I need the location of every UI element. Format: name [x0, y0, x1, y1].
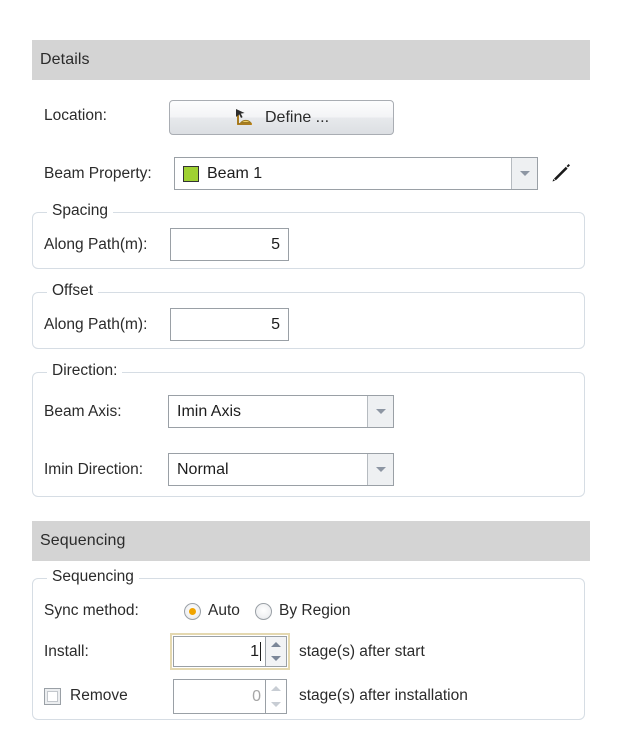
radio-by-region-button[interactable] — [255, 602, 272, 620]
location-label: Location: — [44, 107, 107, 124]
beam-axis-combobox[interactable]: Imin Axis — [168, 395, 394, 428]
chevron-down-icon — [375, 467, 386, 472]
radio-by-region[interactable]: By Region — [255, 602, 351, 620]
caret-down-icon — [271, 656, 281, 662]
install-suffix-row: stage(s) after start — [299, 643, 425, 661]
beam-property-label: Beam Property: — [44, 165, 152, 182]
sync-method-label: Sync method: — [44, 602, 139, 619]
beam-property-dropdown-button[interactable] — [511, 158, 537, 189]
offset-along-path-label: Along Path(m): — [44, 316, 148, 333]
beam-axis-label-row: Beam Axis: — [44, 403, 122, 421]
caret-up-icon — [271, 641, 281, 647]
section-header-details-title: Details — [40, 51, 90, 68]
beam-color-swatch — [183, 165, 199, 182]
imin-direction-label: Imin Direction: — [44, 461, 144, 478]
offset-groupbox-title: Offset — [47, 282, 99, 300]
text-caret — [260, 642, 261, 661]
beam-properties-panel: Details Location: Define ... Beam Proper… — [0, 0, 621, 733]
imin-direction-dropdown-button[interactable] — [367, 454, 393, 485]
remove-stage-input: 0 — [173, 679, 265, 714]
remove-checkbox-row[interactable]: Remove — [44, 687, 128, 705]
sequencing-groupbox-title: Sequencing — [47, 568, 139, 586]
remove-suffix-row: stage(s) after installation — [299, 687, 468, 705]
offset-along-path-label-row: Along Path(m): — [44, 316, 147, 334]
install-stage-input[interactable]: 1 — [173, 636, 265, 667]
define-location-button[interactable]: Define ... — [169, 100, 394, 135]
beam-property-combobox[interactable]: Beam 1 — [174, 157, 538, 190]
remove-stage-value: 0 — [252, 687, 261, 705]
direction-groupbox-title: Direction: — [47, 362, 123, 380]
section-header-sequencing: Sequencing — [32, 521, 590, 561]
remove-spinner-buttons — [265, 679, 287, 714]
imin-direction-label-row: Imin Direction: — [44, 461, 143, 479]
remove-label: Remove — [70, 687, 128, 704]
imin-direction-value: Normal — [177, 460, 229, 478]
section-header-sequencing-title: Sequencing — [40, 532, 126, 549]
spacing-along-path-label: Along Path(m): — [44, 236, 148, 253]
remove-spinner-down-button — [266, 697, 286, 714]
install-spinner-up-button[interactable] — [266, 637, 286, 652]
protractor-angle-icon — [234, 108, 256, 128]
define-location-button-label: Define ... — [264, 108, 330, 126]
beam-property-value-wrap: Beam 1 — [175, 165, 511, 183]
spacing-along-path-value: 5 — [271, 235, 280, 253]
install-spinner-buttons[interactable] — [265, 636, 287, 667]
beam-property-value: Beam 1 — [207, 164, 263, 182]
pencil-icon[interactable] — [548, 160, 574, 186]
caret-down-icon — [271, 702, 281, 708]
install-label-row: Install: — [44, 643, 89, 661]
offset-along-path-value: 5 — [271, 315, 280, 333]
install-suffix-label: stage(s) after start — [299, 643, 425, 660]
install-spinner-down-button[interactable] — [266, 652, 286, 667]
remove-checkbox-inner — [47, 690, 58, 702]
location-label-row: Location: — [44, 107, 107, 125]
chevron-down-icon — [519, 171, 530, 176]
sync-method-label-row: Sync method: — [44, 602, 139, 620]
caret-up-icon — [271, 685, 281, 691]
spacing-along-path-input[interactable]: 5 — [170, 228, 289, 261]
chevron-down-icon — [375, 409, 386, 414]
radio-auto[interactable]: Auto — [184, 602, 240, 620]
radio-auto-button[interactable] — [184, 602, 201, 620]
beam-axis-value: Imin Axis — [177, 402, 242, 420]
install-label: Install: — [44, 643, 89, 660]
radio-auto-selected-dot — [189, 607, 196, 615]
spacing-groupbox-title: Spacing — [47, 202, 114, 220]
install-stage-value: 1 — [250, 642, 259, 660]
radio-by-region-label: By Region — [279, 602, 351, 619]
beam-property-label-row: Beam Property: — [44, 165, 152, 183]
beam-axis-label: Beam Axis: — [44, 403, 122, 420]
imin-direction-combobox[interactable]: Normal — [168, 453, 394, 486]
remove-stage-spinner: 0 — [173, 679, 287, 714]
section-header-details: Details — [32, 40, 590, 80]
beam-axis-dropdown-button[interactable] — [367, 396, 393, 427]
radio-auto-label: Auto — [208, 602, 240, 619]
install-stage-spinner[interactable]: 1 — [170, 633, 290, 670]
remove-suffix-label: stage(s) after installation — [299, 687, 468, 704]
offset-along-path-input[interactable]: 5 — [170, 308, 289, 341]
remove-checkbox[interactable] — [44, 687, 61, 705]
spacing-along-path-label-row: Along Path(m): — [44, 236, 147, 254]
remove-spinner-up-button — [266, 680, 286, 697]
